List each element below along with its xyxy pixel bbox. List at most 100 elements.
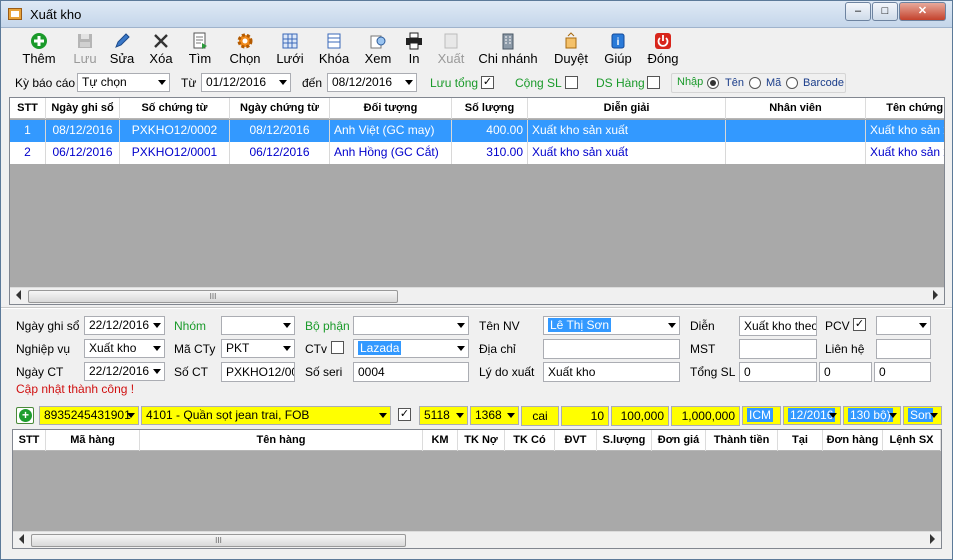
scroll-thumb[interactable]: III — [31, 534, 406, 547]
tax-code-field[interactable] — [739, 339, 817, 359]
detail-col-header[interactable]: Tại — [778, 430, 823, 451]
table-cell: Xuất kho sản xuất — [866, 142, 944, 164]
help-book-icon: i — [609, 32, 627, 50]
item-combo[interactable]: 4101 - Quần sọt jean trai, FOB — [141, 406, 391, 425]
unit-field[interactable]: cai — [521, 406, 559, 426]
toolbar-button-15[interactable]: Đóng — [633, 32, 693, 70]
pcv-checkbox[interactable]: ✓ — [853, 318, 866, 331]
pcv-combo[interactable] — [876, 316, 931, 335]
doc-date-picker[interactable]: 22/12/2016 — [84, 362, 165, 381]
to-date-picker[interactable]: 08/12/2016 — [327, 73, 417, 92]
close-button[interactable]: ✕ — [899, 2, 946, 21]
scroll-left-icon[interactable] — [16, 290, 21, 300]
radio-name[interactable] — [707, 77, 719, 89]
detail-col-header[interactable]: Đơn hàng — [823, 430, 883, 451]
barcode-combo[interactable]: 8935245431901 — [39, 406, 139, 425]
minimize-button[interactable]: – — [845, 2, 871, 21]
amount-field[interactable]: 1,000,000 — [671, 406, 740, 426]
operation-combo[interactable]: Xuất kho — [84, 339, 165, 358]
detail-col-header[interactable]: Thành tiền — [706, 430, 778, 451]
gear-icon — [236, 32, 254, 50]
chevron-down-icon — [919, 323, 927, 328]
doc-col-header[interactable]: Ngày ghi sổ — [46, 98, 120, 119]
description-field[interactable]: Xuất kho theo — [739, 316, 817, 336]
credit-account-combo[interactable]: 1368 — [470, 406, 519, 425]
doc-col-header[interactable]: Nhân viên — [726, 98, 866, 119]
reason-field[interactable]: Xuất kho — [543, 362, 680, 382]
debit-account-combo[interactable]: 5118 — [419, 406, 468, 425]
sum-qty-checkbox[interactable] — [565, 76, 578, 89]
ctv-combo[interactable]: Lazada — [353, 339, 469, 358]
table-row[interactable]: 2 06/12/2016 PXKHO12/0001 06/12/2016 Anh Hồn… — [10, 142, 944, 164]
doc-col-header[interactable]: Số chứng từ — [120, 98, 230, 119]
doc-no-field[interactable]: PXKHO12/000 — [221, 362, 295, 382]
employee-line-combo[interactable]: Son — [903, 406, 942, 425]
chevron-down-icon — [456, 413, 464, 418]
group-combo[interactable] — [221, 316, 295, 335]
radio-barcode[interactable] — [786, 77, 798, 89]
detail-col-header[interactable]: STT — [13, 430, 46, 451]
from-date-picker[interactable]: 01/12/2016 — [201, 73, 291, 92]
period-combo[interactable]: Tự chọn — [77, 73, 170, 92]
doc-col-header[interactable]: STT — [10, 98, 46, 119]
pencil-icon — [113, 32, 131, 50]
production-order-combo[interactable]: 130 bộ) — [843, 406, 901, 425]
ctv-checkbox[interactable] — [331, 341, 344, 354]
radio-code[interactable] — [749, 77, 761, 89]
radio-code-label: Mã — [766, 77, 782, 89]
table-row[interactable]: 1 08/12/2016 PXKHO12/0002 08/12/2016 Anh Việ… — [10, 120, 944, 142]
detail-col-header[interactable]: Đơn giá — [652, 430, 706, 451]
contact-field[interactable] — [876, 339, 931, 359]
approve-icon — [562, 32, 580, 50]
document-grid[interactable]: STT Ngày ghi sổ Số chứng từ Ngày chứng từ Đố… — [9, 97, 945, 305]
detail-col-header[interactable]: S.lượng — [597, 430, 652, 451]
detail-col-header[interactable]: TK Có — [505, 430, 555, 451]
doc-col-header[interactable]: Số lượng — [452, 98, 528, 119]
detail-col-header[interactable]: Mã hàng — [46, 430, 140, 451]
table-cell — [726, 120, 866, 142]
address-field[interactable] — [543, 339, 680, 359]
splitter[interactable] — [1, 307, 952, 309]
scroll-right-icon[interactable] — [930, 534, 935, 544]
detail-col-header[interactable]: Tên hàng — [140, 430, 423, 451]
detail-grid[interactable]: STT Mã hàng Tên hàng KM TK Nợ TK Có ĐVT S.lượng… — [12, 429, 942, 549]
toolbar-button-12[interactable]: Chi nhánh — [478, 32, 538, 70]
location-combo[interactable]: ICM — [742, 406, 781, 425]
detail-col-header[interactable]: Lệnh SX — [883, 430, 941, 451]
serial-field[interactable]: 0004 — [353, 362, 469, 382]
detail-col-header[interactable]: KM — [423, 430, 458, 451]
add-line-button[interactable]: + — [16, 407, 34, 424]
list-items-checkbox[interactable] — [647, 76, 660, 89]
scroll-right-icon[interactable] — [933, 290, 938, 300]
doc-col-header[interactable]: Tên chứng từ — [866, 98, 944, 119]
save-total-checkbox[interactable]: ✓ — [481, 76, 494, 89]
scroll-left-icon[interactable] — [19, 534, 24, 544]
scroll-thumb[interactable]: III — [28, 290, 398, 303]
doc-col-header[interactable]: Ngày chứng từ — [230, 98, 330, 119]
km-checkbox[interactable]: ✓ — [398, 408, 411, 421]
order-combo[interactable]: 12/2016 — [783, 406, 841, 425]
document-grid-hscrollbar[interactable]: III — [10, 287, 944, 304]
tax-code-label: MST — [690, 342, 716, 356]
app-icon — [8, 8, 22, 20]
toolbar-button-11[interactable]: Xuất — [421, 32, 481, 70]
company-code-combo[interactable]: PKT — [221, 339, 295, 358]
dept-combo[interactable] — [353, 316, 469, 335]
detail-col-header[interactable]: TK Nợ — [458, 430, 505, 451]
description-label: Diễn — [690, 319, 715, 333]
unit-price-field[interactable]: 100,000 — [611, 406, 669, 426]
detail-grid-hscrollbar[interactable]: III — [13, 531, 941, 548]
doc-col-header[interactable]: Đối tượng — [330, 98, 452, 119]
toolbar-label: Chi nhánh — [478, 51, 538, 66]
quantity-field[interactable]: 10 — [561, 406, 609, 426]
doc-col-header[interactable]: Diễn giải — [528, 98, 726, 119]
company-code-label: Mã CTy — [174, 342, 216, 356]
table-cell: 08/12/2016 — [46, 120, 120, 142]
table-cell: Xuất kho sản xuất — [528, 120, 726, 142]
employee-combo[interactable]: Lê Thị Sơn — [543, 316, 680, 335]
posting-date-picker[interactable]: 22/12/2016 — [84, 316, 165, 335]
chevron-down-icon — [829, 413, 837, 418]
detail-col-header[interactable]: Nhân — [941, 430, 942, 451]
maximize-button[interactable]: □ — [872, 2, 898, 21]
detail-col-header[interactable]: ĐVT — [555, 430, 597, 451]
